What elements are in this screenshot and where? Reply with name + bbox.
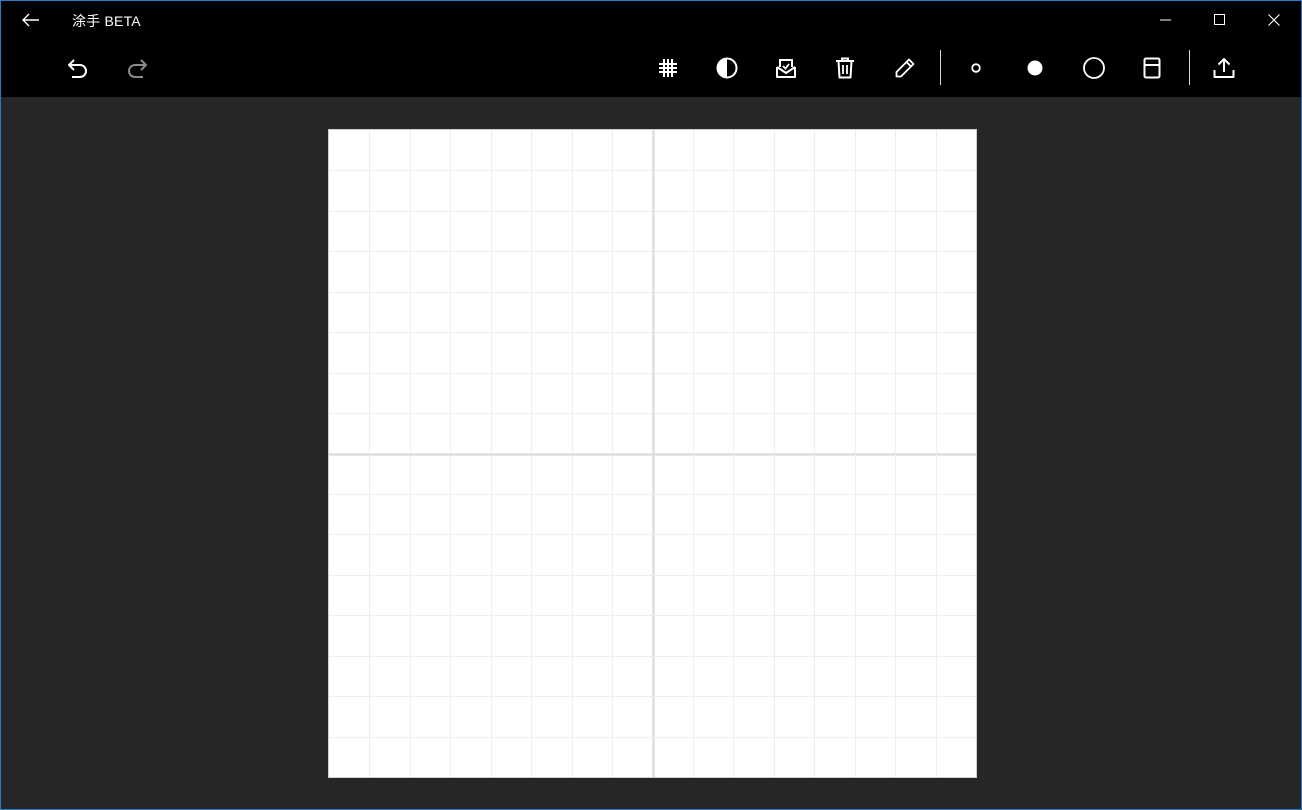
- minimize-button[interactable]: [1139, 1, 1193, 38]
- window-controls: [1139, 1, 1301, 38]
- toolbar-separator: [940, 50, 941, 85]
- title-bar: 涂手 BETA: [1, 1, 1301, 38]
- small-brush-button[interactable]: [956, 48, 996, 88]
- share-icon: [1213, 58, 1235, 78]
- small-dot-icon: [971, 63, 981, 73]
- background-toggle-button[interactable]: [1132, 48, 1172, 88]
- redo-icon: [128, 59, 147, 78]
- background-toggle-icon: [1143, 57, 1161, 79]
- trash-icon: [836, 57, 854, 79]
- maximize-button[interactable]: [1193, 1, 1247, 38]
- toolbar-separator: [1189, 50, 1190, 85]
- close-button[interactable]: [1247, 1, 1301, 38]
- large-dot-icon: [1027, 60, 1043, 76]
- grid-toggle-button[interactable]: [648, 48, 688, 88]
- undo-button[interactable]: [58, 48, 98, 88]
- app-window: 涂手 BETA: [0, 0, 1302, 810]
- large-brush-button[interactable]: [1015, 48, 1055, 88]
- grid-icon: [659, 59, 677, 77]
- back-button[interactable]: [11, 5, 51, 35]
- save-image-icon: [776, 59, 796, 78]
- app-title: 涂手 BETA: [72, 13, 141, 29]
- toolbar: [1, 38, 1301, 97]
- pencil-button[interactable]: [885, 48, 925, 88]
- save-image-button[interactable]: [766, 48, 806, 88]
- close-icon: [1268, 13, 1280, 26]
- contrast-icon: [716, 57, 738, 79]
- canvas-grid: [329, 130, 976, 777]
- maximize-icon: [1214, 13, 1225, 25]
- share-button[interactable]: [1204, 48, 1244, 88]
- contrast-button[interactable]: [707, 48, 747, 88]
- undo-icon: [68, 59, 87, 78]
- pencil-icon: [895, 58, 915, 78]
- drawing-canvas[interactable]: [328, 129, 977, 778]
- minimize-icon: [1160, 19, 1171, 20]
- circle-outline-icon: [1083, 57, 1105, 79]
- redo-button[interactable]: [117, 48, 157, 88]
- eraser-button[interactable]: [1074, 48, 1114, 88]
- delete-button[interactable]: [825, 48, 865, 88]
- back-arrow-icon: [22, 13, 39, 27]
